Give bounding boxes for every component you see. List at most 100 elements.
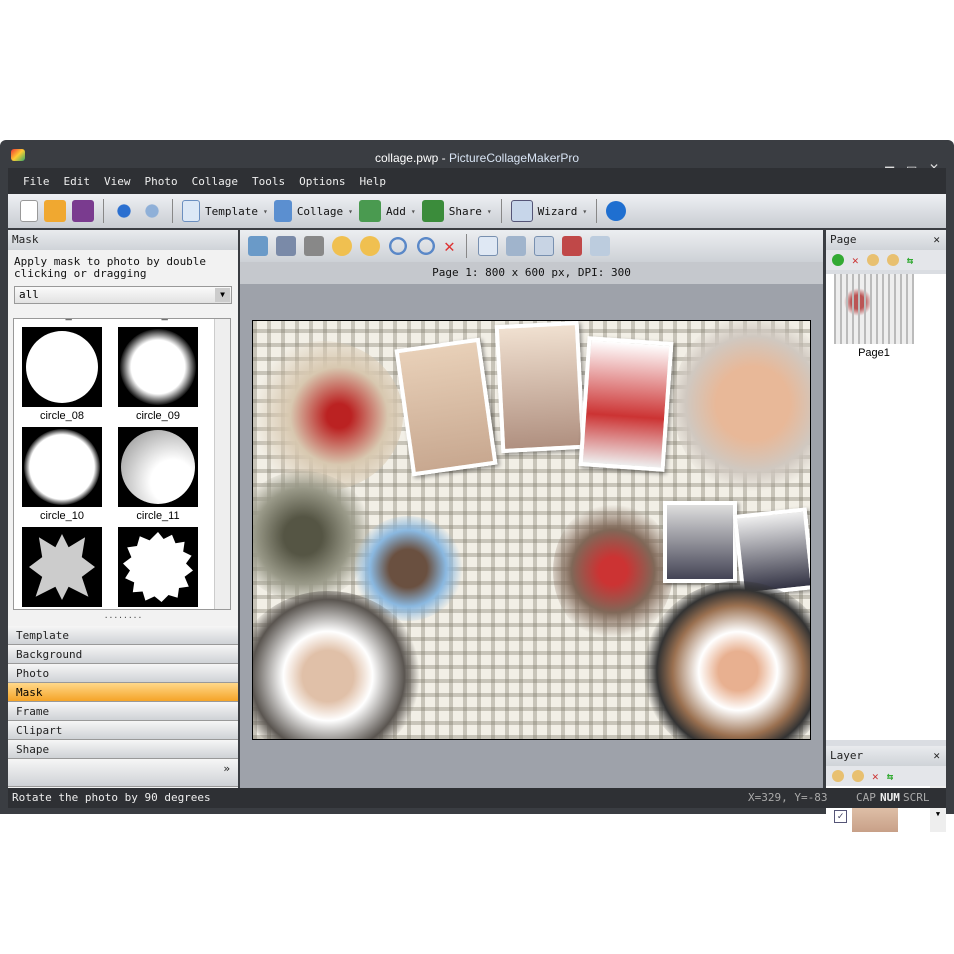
chevron-down-icon: ▾ bbox=[262, 206, 268, 216]
layer-down-icon[interactable] bbox=[852, 770, 864, 782]
mask-item[interactable]: circle_10 bbox=[22, 427, 102, 522]
tab-clipart[interactable]: Clipart bbox=[8, 721, 238, 740]
share-icon bbox=[421, 200, 444, 222]
collage-icon bbox=[273, 200, 292, 222]
mask-panel: Mask Apply mask to photo by double click… bbox=[8, 230, 238, 788]
scroll-indicator: SCRL bbox=[903, 791, 930, 804]
mask-item[interactable]: circle_07 bbox=[118, 319, 198, 321]
title-bar: collage.pwp - PictureCollageMakerPro ▬ ▭… bbox=[0, 140, 954, 175]
menu-file[interactable]: File bbox=[23, 175, 50, 188]
rotate-right-icon[interactable] bbox=[388, 236, 408, 256]
bring-forward-icon[interactable] bbox=[332, 236, 352, 256]
photo-circle[interactable] bbox=[553, 501, 673, 641]
mask-label: circle_08 bbox=[39, 410, 85, 422]
delete-icon[interactable]: ✕ bbox=[444, 236, 455, 257]
add-button[interactable]: Add ▾ bbox=[359, 200, 416, 222]
replace-photo-icon[interactable] bbox=[248, 236, 268, 256]
mask-item[interactable] bbox=[22, 527, 102, 609]
photo-circle[interactable] bbox=[253, 341, 403, 491]
panel-title: Mask bbox=[8, 230, 238, 250]
divider bbox=[596, 199, 598, 223]
add-page-icon[interactable] bbox=[832, 254, 844, 266]
canvas-area: ✕ Page 1: 800 x 600 px, DPI: 300 bbox=[240, 230, 823, 788]
right-panels: Page✕ ✕ ⇆ Page1 Layer✕ ✕ ⇆ ✓ ▲▼ bbox=[826, 230, 946, 832]
mask-scrollbar[interactable] bbox=[214, 319, 230, 609]
cursor-coords: X=329, Y=-83 bbox=[748, 791, 828, 804]
template-button[interactable]: Template ▾ bbox=[182, 200, 268, 222]
photo-frame[interactable] bbox=[394, 337, 498, 477]
more-tabs-button[interactable]: » bbox=[8, 759, 238, 787]
menu-view[interactable]: View bbox=[104, 175, 131, 188]
mask-grid: circle_06 circle_07 circle_08 circle_09 … bbox=[13, 318, 231, 610]
tab-background[interactable]: Background bbox=[8, 645, 238, 664]
help-icon[interactable] bbox=[606, 201, 627, 221]
rotate-left-icon[interactable] bbox=[416, 236, 436, 256]
menu-tools[interactable]: Tools bbox=[252, 175, 285, 188]
close-icon[interactable]: ✕ bbox=[933, 746, 940, 766]
page-panel-header: Page ✕ bbox=[826, 230, 946, 250]
mask-item[interactable]: circle_08 bbox=[22, 327, 102, 422]
menu-photo[interactable]: Photo bbox=[145, 175, 178, 188]
photo-frame[interactable] bbox=[663, 501, 737, 583]
tab-template[interactable]: Template bbox=[8, 626, 238, 645]
close-icon[interactable]: ✕ bbox=[933, 230, 940, 250]
tab-mask[interactable]: Mask bbox=[8, 683, 238, 702]
mask-item[interactable] bbox=[118, 527, 198, 609]
mask-item[interactable]: circle_06 bbox=[22, 319, 102, 321]
refresh-icon[interactable]: ⇆ bbox=[887, 770, 894, 783]
share-button[interactable]: Share ▾ bbox=[421, 200, 492, 222]
share-label: Share bbox=[448, 204, 482, 218]
new-file-icon[interactable] bbox=[20, 200, 38, 222]
fit-icon[interactable] bbox=[477, 236, 498, 256]
page-thumbnail[interactable] bbox=[834, 274, 914, 344]
status-bar: Rotate the photo by 90 degrees X=329, Y=… bbox=[8, 788, 946, 808]
photo-frame[interactable] bbox=[578, 336, 674, 472]
send-backward-icon[interactable] bbox=[360, 236, 380, 256]
redo-icon[interactable] bbox=[141, 200, 163, 222]
wizard-button[interactable]: Wizard ▾ bbox=[510, 200, 587, 222]
align-icon[interactable] bbox=[505, 236, 526, 256]
save-icon[interactable] bbox=[72, 200, 94, 222]
layer-up-icon[interactable] bbox=[832, 770, 844, 782]
mask-label: circle_06 bbox=[40, 319, 84, 321]
photo-frame[interactable] bbox=[494, 321, 586, 454]
collage-button[interactable]: Collage ▾ bbox=[273, 200, 353, 222]
menu-options[interactable]: Options bbox=[299, 175, 345, 188]
collage-canvas[interactable] bbox=[252, 320, 811, 740]
delete-page-icon[interactable]: ✕ bbox=[852, 254, 859, 267]
mask-item[interactable]: circle_09 bbox=[118, 327, 198, 422]
mask-item[interactable]: circle_11 bbox=[118, 427, 198, 522]
refresh-icon[interactable]: ⇆ bbox=[907, 254, 914, 267]
divider bbox=[172, 199, 173, 223]
tab-shape[interactable]: Shape bbox=[8, 740, 238, 759]
crop-icon[interactable] bbox=[304, 236, 324, 256]
delete-layer-icon[interactable]: ✕ bbox=[872, 770, 879, 783]
category-tabs: Template Background Photo Mask Frame Cli… bbox=[8, 626, 238, 787]
mask-filter-select[interactable]: all ▼ bbox=[14, 286, 232, 304]
photo-circle[interactable] bbox=[673, 321, 810, 496]
distribute-icon[interactable] bbox=[533, 236, 554, 256]
menu-bar: File Edit View Photo Collage Tools Optio… bbox=[8, 168, 946, 194]
menu-collage[interactable]: Collage bbox=[192, 175, 238, 188]
template-icon bbox=[182, 200, 200, 222]
canvas-toolbar: ✕ bbox=[240, 230, 823, 262]
page-label: Page1 bbox=[858, 347, 890, 359]
wizard-label: Wizard bbox=[537, 204, 578, 218]
photo-circle[interactable] bbox=[643, 581, 810, 739]
divider bbox=[500, 199, 502, 223]
splitter-handle[interactable]: ········ bbox=[8, 614, 238, 624]
layer-panel-header: Layer ✕ bbox=[826, 746, 946, 766]
menu-edit[interactable]: Edit bbox=[64, 175, 91, 188]
move-up-icon[interactable] bbox=[866, 254, 879, 266]
chevron-down-icon: ▼ bbox=[215, 288, 230, 302]
tab-photo[interactable]: Photo bbox=[8, 664, 238, 683]
tab-frame[interactable]: Frame bbox=[8, 702, 238, 721]
undo-icon[interactable] bbox=[113, 200, 135, 222]
properties-icon[interactable] bbox=[589, 236, 610, 256]
move-down-icon[interactable] bbox=[886, 254, 899, 266]
menu-help[interactable]: Help bbox=[359, 175, 386, 188]
add-person-icon[interactable] bbox=[276, 236, 296, 256]
open-folder-icon[interactable] bbox=[44, 200, 66, 222]
zoom-icon[interactable] bbox=[561, 236, 582, 256]
layer-visible-checkbox[interactable]: ✓ bbox=[834, 810, 847, 823]
